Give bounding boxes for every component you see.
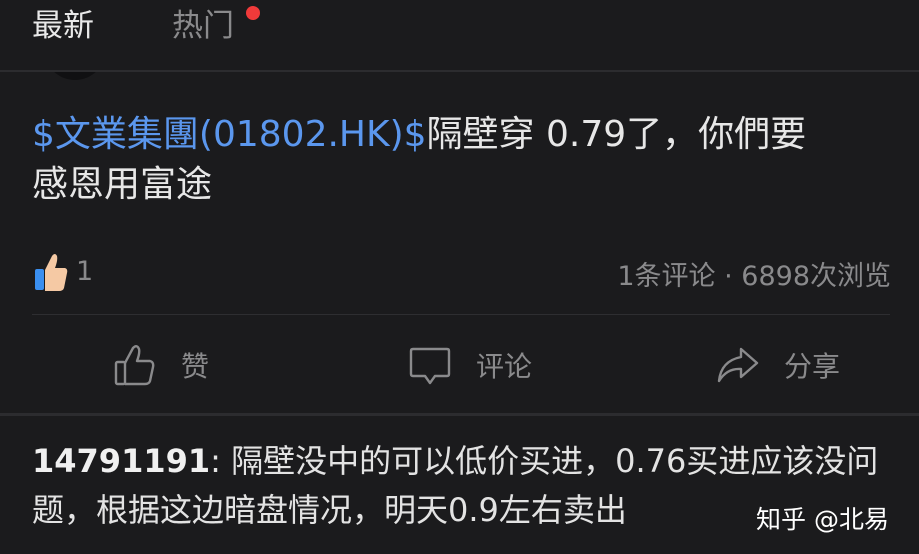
- comment-separator: :: [210, 442, 232, 480]
- share-arrow-icon: [717, 347, 759, 383]
- post-stats: 1条评论 · 6898次浏览: [617, 261, 891, 292]
- thumbs-up-icon: [114, 345, 155, 386]
- stock-link[interactable]: $文業集團(01802.HK)$: [32, 114, 427, 155]
- speech-bubble-icon: [409, 347, 451, 385]
- watermark: 知乎 @北易: [756, 505, 889, 534]
- like-label: 赞: [181, 350, 210, 383]
- notification-dot: [246, 6, 260, 20]
- post-text-line2: 感恩用富途: [32, 164, 213, 205]
- thumbs-up-icon[interactable]: [34, 252, 68, 292]
- comment-username[interactable]: 14791191: [32, 442, 210, 480]
- section-divider: [0, 413, 919, 416]
- like-count: 1: [76, 256, 94, 287]
- divider: [32, 314, 890, 315]
- post-text-line1: 隔壁穿 0.79了，你們要: [426, 114, 807, 155]
- share-button[interactable]: 分享: [716, 338, 840, 392]
- tab-hot[interactable]: 热门: [172, 6, 234, 46]
- comment-label: 评论: [476, 350, 533, 383]
- tab-latest[interactable]: 最新: [32, 6, 94, 46]
- post-body: $文業集團(01802.HK)$隔壁穿 0.79了，你們要 感恩用富途: [32, 110, 892, 210]
- top-tab-bar: 最新 热门: [0, 0, 919, 70]
- comment-button[interactable]: 评论: [408, 338, 532, 392]
- like-button[interactable]: 赞: [113, 338, 209, 392]
- tabs-divider: [0, 70, 919, 72]
- share-label: 分享: [784, 350, 841, 383]
